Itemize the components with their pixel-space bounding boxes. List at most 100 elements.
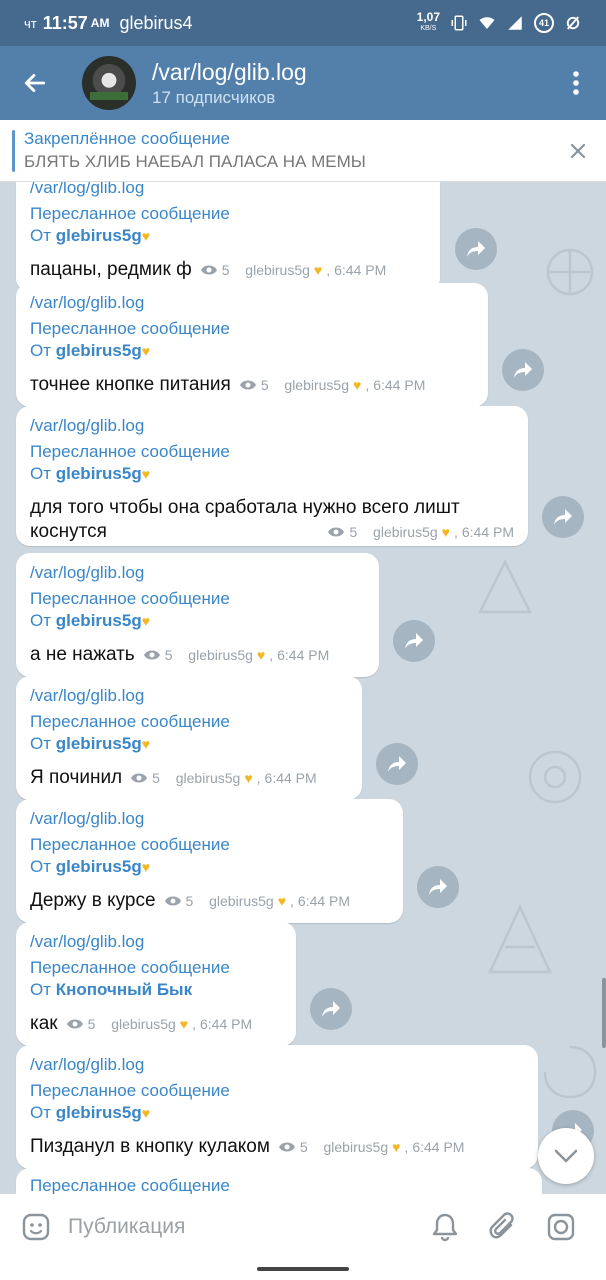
message-text-body: Держу в курсе <box>30 890 156 912</box>
message-bubble[interactable]: /var/log/glib.log Пересланное сообщение … <box>16 283 488 408</box>
eye-icon <box>131 773 148 783</box>
message-channel-name[interactable]: /var/log/glib.log <box>30 686 348 706</box>
share-button[interactable] <box>376 743 418 785</box>
close-icon <box>570 143 586 158</box>
message-bubble[interactable]: /var/log/glib.log Пересланное сообщение … <box>16 676 362 801</box>
message-channel-name[interactable]: /var/log/glib.log <box>30 293 474 313</box>
message-meta: 5 glebirus5g ♥, 6:44 PM <box>66 1012 252 1036</box>
message-meta: 5 glebirus5g ♥, 6:44 PM <box>143 643 330 667</box>
message-forwarded-label: Пересланное сообщение <box>30 835 230 854</box>
message-channel-name[interactable]: /var/log/glib.log <box>30 416 514 436</box>
channel-subscribers: 17 подписчиков <box>152 87 276 107</box>
yellow-heart-icon: ♥ <box>141 1105 151 1121</box>
message-forward-source[interactable]: От glebirus5g♥ <box>30 341 474 361</box>
message-views: 5 <box>299 1139 308 1155</box>
message-forwarded-label: Пересланное сообщение <box>30 319 230 338</box>
instant-camera-icon <box>547 1213 575 1241</box>
message-forward-author: Кнопочный Бык <box>55 980 193 999</box>
eye-icon <box>278 1142 295 1152</box>
yellow-heart-icon: ♥ <box>313 262 323 278</box>
background-doodle-icon <box>488 904 552 974</box>
yellow-heart-icon: ♥ <box>353 377 362 393</box>
eye-icon <box>143 650 160 660</box>
net-speed-unit: KB/S <box>420 25 437 32</box>
message-time: 6:44 PM <box>461 524 514 540</box>
message-forward-source[interactable]: От glebirus5g♥ <box>30 611 365 631</box>
share-button[interactable] <box>455 228 497 270</box>
home-gesture-pill[interactable] <box>257 1267 349 1271</box>
message-views: 5 <box>349 524 358 540</box>
message-meta: 5 glebirus5g ♥, 6:44 PM <box>278 1135 465 1159</box>
share-button[interactable] <box>310 988 352 1030</box>
channel-avatar[interactable] <box>82 56 136 110</box>
message-forward-author: glebirus5g <box>55 226 142 245</box>
back-button[interactable] <box>0 46 70 120</box>
message-bubble[interactable]: /var/log/glib.log Пересланное сообщение … <box>16 922 296 1047</box>
pinned-text: БЛЯТЬ ХЛИБ НАЕБАЛ ПАЛАСА НА МЕМЫ <box>24 152 366 171</box>
message-text-body: точнее кнопке питания <box>30 374 231 396</box>
scroll-down-button[interactable] <box>538 1128 594 1184</box>
message-bubble[interactable]: Пересланное сообщение <box>16 1168 542 1194</box>
attach-button[interactable] <box>474 1198 532 1256</box>
eye-icon <box>164 896 181 906</box>
eye-icon <box>328 527 345 537</box>
share-arrow-icon <box>405 633 423 649</box>
battery-level: 41 <box>538 18 549 28</box>
message-time: 6:44 PM <box>412 1139 465 1155</box>
message-bubble[interactable]: /var/log/glib.log Пересланное сообщение … <box>16 799 403 924</box>
message-list[interactable]: /var/log/glib.log Пересланное сообщение … <box>0 182 606 1194</box>
message-forward-source[interactable]: От glebirus5g♥ <box>30 464 514 484</box>
message-bubble[interactable]: /var/log/glib.log Пересланное сообщение … <box>16 1045 538 1170</box>
message-forward-prefix: От <box>30 1103 52 1122</box>
pinned-message-bar[interactable]: Закреплённое сообщение БЛЯТЬ ХЛИБ НАЕБАЛ… <box>0 120 606 182</box>
pinned-title: Закреплённое сообщение <box>24 129 230 148</box>
message-views: 5 <box>260 377 269 393</box>
status-day: чт <box>24 15 37 31</box>
message-meta: 5 glebirus5g ♥, 6:44 PM <box>239 373 426 397</box>
yellow-heart-icon: ♥ <box>392 1139 401 1155</box>
yellow-heart-icon: ♥ <box>141 228 151 244</box>
message-forward-source[interactable]: От glebirus5g♥ <box>30 857 389 877</box>
message-bubble[interactable]: /var/log/glib.log Пересланное сообщение … <box>16 553 379 678</box>
emoji-button[interactable] <box>16 1207 56 1247</box>
message-bubble[interactable]: /var/log/glib.log Пересланное сообщение … <box>16 406 528 546</box>
message-channel-name[interactable]: /var/log/glib.log <box>30 563 365 583</box>
message-forward-author: glebirus5g <box>55 341 142 360</box>
signal-icon <box>508 16 522 30</box>
pinned-indicator <box>12 129 15 172</box>
message-time: 6:44 PM <box>373 377 426 393</box>
message-forward-source[interactable]: От glebirus5g♥ <box>30 734 348 754</box>
close-pinned-button[interactable] <box>550 123 606 179</box>
share-button[interactable] <box>542 496 584 538</box>
share-arrow-icon <box>429 879 447 895</box>
share-button[interactable] <box>502 349 544 391</box>
message-forward-source[interactable]: От glebirus5g♥ <box>30 1103 524 1123</box>
message-channel-name[interactable]: /var/log/glib.log <box>30 1055 524 1075</box>
background-doodle-icon <box>546 248 594 296</box>
message-time: 6:44 PM <box>297 893 351 909</box>
scrollbar[interactable] <box>602 978 606 1048</box>
channel-info[interactable]: /var/log/glib.log 17 подписчиков <box>152 59 546 108</box>
camera-button[interactable] <box>532 1198 590 1256</box>
more-vertical-icon <box>573 71 579 95</box>
message-channel-name[interactable]: /var/log/glib.log <box>30 932 282 952</box>
yellow-heart-icon: ♥ <box>441 524 450 540</box>
chat-header: /var/log/glib.log 17 подписчиков <box>0 46 606 120</box>
more-menu-button[interactable] <box>546 46 606 120</box>
message-bubble[interactable]: /var/log/glib.log Пересланное сообщение … <box>16 182 440 293</box>
message-forward-prefix: От <box>30 980 52 999</box>
message-channel-name[interactable]: /var/log/glib.log <box>30 809 389 829</box>
message-forward-source[interactable]: От Кнопочный Бык <box>30 980 282 1000</box>
share-button[interactable] <box>417 866 459 908</box>
message-time: 6:44 PM <box>277 647 330 663</box>
message-time: 6:44 PM <box>334 262 387 278</box>
message-forward-source[interactable]: От glebirus5g♥ <box>30 226 426 246</box>
message-views: 5 <box>87 1016 96 1032</box>
silent-broadcast-button[interactable] <box>416 1198 474 1256</box>
eye-icon <box>200 265 217 275</box>
message-forward-prefix: От <box>30 226 52 245</box>
message-views: 5 <box>221 262 230 278</box>
message-input[interactable] <box>68 1215 416 1239</box>
share-button[interactable] <box>393 620 435 662</box>
message-channel-name[interactable]: /var/log/glib.log <box>30 182 426 198</box>
